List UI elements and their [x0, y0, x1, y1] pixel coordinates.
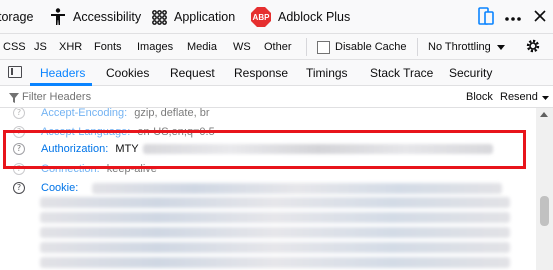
- responsive-design-icon: [478, 6, 494, 28]
- help-icon: ?: [13, 108, 25, 119]
- toolbar-divider: [306, 38, 307, 56]
- resend-label: Resend: [500, 91, 538, 103]
- tab-request[interactable]: Request: [170, 60, 215, 86]
- application-grid-icon: [152, 9, 167, 25]
- help-icon: ?: [13, 181, 25, 194]
- redacted-cookie-line: [40, 212, 510, 223]
- header-value: gzip, deflate, br: [134, 108, 210, 119]
- filter-js-button[interactable]: JS: [34, 34, 47, 60]
- toolbar-divider: [417, 38, 418, 56]
- tab-storage[interactable]: torage: [0, 0, 33, 34]
- disable-cache-label: Disable Cache: [335, 41, 407, 53]
- chevron-down-icon: [496, 41, 505, 53]
- filter-xhr-button[interactable]: XHR: [59, 34, 82, 60]
- request-type-filter-bar: CSS JS XHR Fonts Images Media WS Other D…: [0, 34, 553, 60]
- tab-storage-label: torage: [0, 10, 34, 24]
- filter-headers-bar: Filter Headers Block Resend: [0, 86, 553, 108]
- network-settings-button[interactable]: [525, 34, 541, 60]
- tab-cookies[interactable]: Cookies: [106, 60, 149, 86]
- redacted-cookie-line: [40, 257, 510, 268]
- filter-fonts-button[interactable]: Fonts: [94, 34, 122, 60]
- tab-application-label: Application: [174, 10, 236, 24]
- filter-media-button[interactable]: Media: [187, 34, 217, 60]
- header-row[interactable]: ? Accept-Encoding: gzip, deflate, br: [0, 108, 536, 122]
- tab-response[interactable]: Response: [234, 60, 288, 86]
- accessibility-icon: [50, 8, 66, 26]
- redacted-cookie-line: [40, 242, 510, 253]
- tab-stack-trace[interactable]: Stack Trace: [370, 60, 433, 86]
- filter-ws-button[interactable]: WS: [233, 34, 251, 60]
- close-icon: [534, 9, 546, 25]
- filter-headers-input[interactable]: Filter Headers: [22, 86, 91, 108]
- filter-other-button[interactable]: Other: [264, 34, 292, 60]
- scroll-up-arrow-icon[interactable]: [540, 112, 548, 117]
- tab-security[interactable]: Security: [449, 60, 492, 86]
- more-dots-icon: [505, 10, 521, 24]
- block-button[interactable]: Block: [466, 86, 493, 108]
- tab-adblock-plus[interactable]: ABP Adblock Plus: [251, 0, 350, 34]
- redacted-cookie-line: [40, 227, 510, 238]
- redacted-cookie-line: [92, 183, 502, 194]
- filter-icon: [9, 92, 19, 106]
- throttling-label: No Throttling: [428, 41, 491, 53]
- tab-accessibility-label: Accessibility: [73, 10, 142, 24]
- vertical-scrollbar[interactable]: [536, 108, 553, 270]
- header-name: Accept-Encoding: gzip, deflate, br: [41, 108, 210, 119]
- request-details-tabs: Headers Cookies Request Response Timings…: [0, 60, 553, 86]
- filter-css-button[interactable]: CSS: [3, 34, 26, 60]
- toggle-sidebar-icon[interactable]: [8, 66, 22, 78]
- adblock-plus-icon: ABP: [251, 7, 271, 27]
- tab-accessibility[interactable]: Accessibility: [50, 0, 141, 34]
- close-devtools-button[interactable]: [529, 6, 551, 28]
- header-name: Cookie:: [41, 181, 79, 194]
- redacted-cookie-line: [40, 197, 510, 208]
- more-options-button[interactable]: [502, 6, 524, 28]
- resend-button[interactable]: Resend: [500, 86, 549, 108]
- authorization-highlight-box: [3, 130, 526, 169]
- adblock-plus-badge: ABP: [251, 7, 271, 27]
- responsive-design-mode-button[interactable]: [475, 6, 497, 28]
- throttling-select[interactable]: No Throttling: [428, 34, 505, 60]
- scrollbar-thumb[interactable]: [540, 196, 549, 226]
- gear-icon: [525, 38, 541, 57]
- disable-cache-checkbox[interactable]: [317, 40, 330, 54]
- filter-images-button[interactable]: Images: [137, 34, 173, 60]
- tab-application[interactable]: Application: [152, 0, 235, 34]
- chevron-down-icon: [541, 91, 549, 103]
- tab-adblock-plus-label: Adblock Plus: [278, 10, 351, 24]
- devtools-toolbox-tabs: torage Accessibility Application ABP Adb…: [0, 0, 553, 34]
- tab-timings[interactable]: Timings: [306, 60, 348, 86]
- disable-cache-toggle[interactable]: Disable Cache: [317, 34, 407, 60]
